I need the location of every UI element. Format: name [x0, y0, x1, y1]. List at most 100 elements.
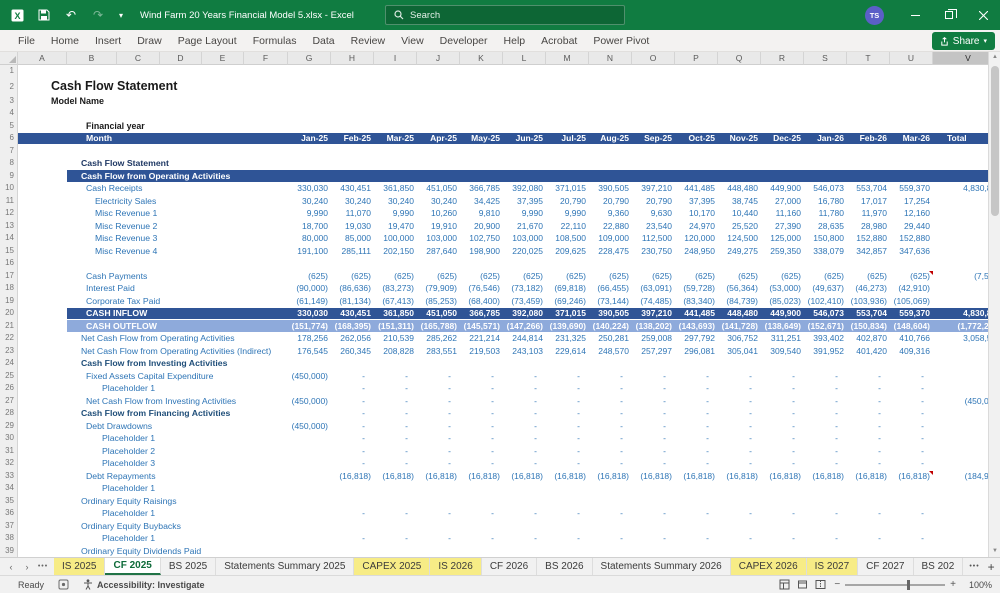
- cell-r23-cR[interactable]: 309,540: [761, 345, 804, 359]
- cell-r28-cQ[interactable]: -: [718, 407, 761, 421]
- cell-r19-cP[interactable]: (83,340): [675, 295, 718, 309]
- cell-r22-cP[interactable]: 297,792: [675, 332, 718, 346]
- cell-r25-cM[interactable]: -: [546, 370, 589, 384]
- cell-r33-cT[interactable]: (16,818): [847, 470, 890, 484]
- cell-r33-cR[interactable]: (16,818): [761, 470, 804, 484]
- cell-r33-cM[interactable]: (16,818): [546, 470, 589, 484]
- cell-r21-cJ[interactable]: (165,788): [417, 320, 460, 334]
- cell-r20-cO[interactable]: 397,210: [632, 307, 675, 321]
- accessibility-status[interactable]: Accessibility: Investigate: [97, 580, 205, 590]
- cell-r19-cQ[interactable]: (84,739): [718, 295, 761, 309]
- macro-record-icon[interactable]: [58, 579, 69, 590]
- cell-r17-cK[interactable]: (625): [460, 270, 503, 284]
- cell-r22-cI[interactable]: 210,539: [374, 332, 417, 346]
- cell-r12-cL[interactable]: 9,990: [503, 207, 546, 221]
- cell-r29-cK[interactable]: -: [460, 420, 503, 434]
- scroll-up-icon[interactable]: ▲: [989, 52, 1000, 63]
- row-header-4[interactable]: 4: [0, 107, 18, 121]
- row-label-net-cash-flow-from-operating-activities-indirect-r23[interactable]: Net Cash Flow from Operating Activities …: [18, 345, 288, 359]
- cell-r32-cS[interactable]: -: [804, 457, 847, 471]
- cell-r28-cP[interactable]: -: [675, 407, 718, 421]
- cell-r36-cJ[interactable]: -: [417, 507, 460, 521]
- cell-r27-cH[interactable]: -: [331, 395, 374, 409]
- cell-r25-cQ[interactable]: -: [718, 370, 761, 384]
- month-header-jul-25[interactable]: Jul-25: [546, 132, 589, 146]
- cell-r26-cU[interactable]: -: [890, 382, 933, 396]
- row-header-35[interactable]: 35: [0, 494, 18, 508]
- cell-r10-cL[interactable]: 392,080: [503, 182, 546, 196]
- row-header-3[interactable]: 3: [0, 94, 18, 108]
- cell-r22-cQ[interactable]: 306,752: [718, 332, 761, 346]
- cell-r19-cH[interactable]: (81,134): [331, 295, 374, 309]
- cell-r31-cI[interactable]: -: [374, 445, 417, 459]
- row-label-cash-payments-r17[interactable]: Cash Payments: [18, 270, 288, 284]
- cell-r27-cU[interactable]: -: [890, 395, 933, 409]
- row-header-17[interactable]: 17: [0, 269, 18, 283]
- cell-r12-cH[interactable]: 11,070: [331, 207, 374, 221]
- column-header-g[interactable]: G: [288, 52, 331, 65]
- cell-r11-cT[interactable]: 17,017: [847, 195, 890, 209]
- cell-r31-cU[interactable]: -: [890, 445, 933, 459]
- cell-r38-cP[interactable]: -: [675, 532, 718, 546]
- row-label-debt-drawdowns-r29[interactable]: Debt Drawdowns: [18, 420, 288, 434]
- month-header-jun-25[interactable]: Jun-25: [503, 132, 546, 146]
- cell-r22-cS[interactable]: 393,402: [804, 332, 847, 346]
- cell-r14-cL[interactable]: 103,000: [503, 232, 546, 246]
- row-header-27[interactable]: 27: [0, 394, 18, 408]
- sheet-tab-bs-2025[interactable]: BS 2025: [161, 558, 217, 575]
- cell-r11-cK[interactable]: 34,425: [460, 195, 503, 209]
- column-header-b[interactable]: B: [67, 52, 117, 65]
- ribbon-tab-help[interactable]: Help: [496, 30, 534, 52]
- row-label-net-cash-flow-from-operating-activities-r22[interactable]: Net Cash Flow from Operating Activities: [18, 332, 288, 346]
- cell-r26-cN[interactable]: -: [589, 382, 632, 396]
- cell-r28-cM[interactable]: -: [546, 407, 589, 421]
- ribbon-tab-review[interactable]: Review: [343, 30, 393, 52]
- cell-r27-cM[interactable]: -: [546, 395, 589, 409]
- cell-r25-cG[interactable]: (450,000): [288, 370, 331, 384]
- sheet-list-icon[interactable]: •••: [36, 563, 50, 570]
- cell-r18-cS[interactable]: (49,637): [804, 282, 847, 296]
- row-header-36[interactable]: 36: [0, 507, 18, 521]
- row-header-31[interactable]: 31: [0, 444, 18, 458]
- cell-r13-cL[interactable]: 21,670: [503, 220, 546, 234]
- cell-r30-cT[interactable]: -: [847, 432, 890, 446]
- row-header-39[interactable]: 39: [0, 544, 18, 557]
- column-header-r[interactable]: R: [761, 52, 804, 65]
- cell-r11-cL[interactable]: 37,395: [503, 195, 546, 209]
- cell-r38-cL[interactable]: -: [503, 532, 546, 546]
- column-header-u[interactable]: U: [890, 52, 933, 65]
- month-header-mar-26[interactable]: Mar-26: [890, 132, 933, 146]
- cell-r33-cU[interactable]: (16,818): [890, 470, 933, 484]
- cell-r19-cI[interactable]: (67,413): [374, 295, 417, 309]
- cell-r21-cL[interactable]: (147,266): [503, 320, 546, 334]
- cell-r19-cM[interactable]: (69,246): [546, 295, 589, 309]
- cell-r13-cK[interactable]: 20,900: [460, 220, 503, 234]
- row-header-12[interactable]: 12: [0, 207, 18, 221]
- cell-r27-cQ[interactable]: -: [718, 395, 761, 409]
- ribbon-tab-formulas[interactable]: Formulas: [245, 30, 305, 52]
- cell-r21-cU[interactable]: (148,604): [890, 320, 933, 334]
- row-label-placeholder-1-r26[interactable]: Placeholder 1: [18, 382, 288, 396]
- cell-r22-cG[interactable]: 178,256: [288, 332, 331, 346]
- row-label-empty-r4[interactable]: [18, 107, 288, 121]
- cell-r17-cT[interactable]: (625): [847, 270, 890, 284]
- sheet-tab-bs-2026[interactable]: BS 2026: [537, 558, 593, 575]
- cell-r13-cR[interactable]: 27,390: [761, 220, 804, 234]
- undo-icon[interactable]: ↶: [62, 6, 80, 24]
- cell-r13-cP[interactable]: 24,970: [675, 220, 718, 234]
- row-label-electricity-sales-r11[interactable]: Electricity Sales: [18, 195, 288, 209]
- row-label-empty-r7[interactable]: [18, 145, 288, 159]
- row-header-7[interactable]: 7: [0, 144, 18, 158]
- cell-r10-cU[interactable]: 559,370: [890, 182, 933, 196]
- cell-r27-cK[interactable]: -: [460, 395, 503, 409]
- cell-r28-cL[interactable]: -: [503, 407, 546, 421]
- cell-r38-cN[interactable]: -: [589, 532, 632, 546]
- row-header-22[interactable]: 22: [0, 332, 18, 346]
- cell-r38-cO[interactable]: -: [632, 532, 675, 546]
- sheet-tab-cf-2027[interactable]: CF 2027: [858, 558, 914, 575]
- row-label-misc-revenue-4-r15[interactable]: Misc Revenue 4: [18, 245, 288, 259]
- cell-r27-cO[interactable]: -: [632, 395, 675, 409]
- cell-r13-cU[interactable]: 29,440: [890, 220, 933, 234]
- month-header-jan-26[interactable]: Jan-26: [804, 132, 847, 146]
- row-header-26[interactable]: 26: [0, 382, 18, 396]
